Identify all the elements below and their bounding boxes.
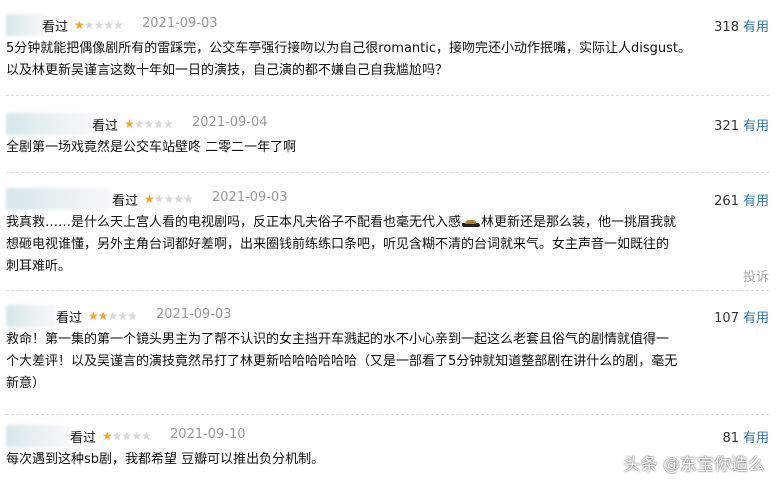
review-line-part: 林更新还是那么装，他一挑眉我就 — [481, 215, 677, 230]
useful-button[interactable]: 有用 — [743, 311, 769, 326]
rating-stars: ★★★★★ — [144, 192, 194, 206]
review-text: 我真救……是什么天上宫人看的电视剧吗，反正本凡夫俗子不配看也毫无代入感 林更新还是… — [6, 210, 769, 278]
review-header: 看过 ★★★★★ 2021-09-03 318 有用 — [6, 14, 769, 36]
vote-count: 321 — [714, 119, 739, 134]
review-header: 看过 ★★★★★ 2021-09-03 261 有用 — [6, 188, 769, 210]
review-date: 2021-09-04 — [192, 115, 268, 130]
watermark: 头条 @东宝你造么 — [623, 455, 765, 475]
divider — [6, 290, 769, 291]
useful-button[interactable]: 有用 — [743, 194, 769, 209]
review-header: 看过 ★★★★★ 2021-09-10 81 有用 — [6, 425, 769, 447]
review-line: 我真救……是什么天上宫人看的电视剧吗，反正本凡夫俗子不配看也毫无代入感 林更新还是… — [6, 212, 769, 234]
review-line: 个大差评！以及吴谨言的演技竟然吊打了林更新哈哈哈哈哈哈（又是一部看了5分钟就知道… — [6, 354, 678, 369]
vote-count: 318 — [714, 20, 739, 35]
vote-area: 81 有用 — [722, 427, 769, 446]
watch-status: 看过 — [70, 431, 97, 446]
avatar-username-blurred[interactable] — [6, 14, 46, 36]
rating-stars: ★★★★★ — [124, 117, 174, 131]
high-heel-shoe-icon — [462, 218, 481, 228]
watch-status: 看过 — [42, 20, 69, 35]
review-line: 5分钟就能把偶像剧所有的雷踩完，公交车亭强行接吻以为自己很romantic，接吻… — [6, 41, 692, 56]
vote-area: 107 有用 — [714, 307, 769, 326]
vote-count: 107 — [714, 311, 739, 326]
review-line: 救命！第一集的第一个镜头男主为了帮不认识的女主挡开车溅起的水不小心亲到一起这么老… — [6, 332, 670, 347]
review-text: 全剧第一场戏竟然是公交车站壁咚 二零二一年了啊 — [6, 135, 769, 159]
review-header: 看过 ★★★★★ 2021-09-03 107 有用 — [6, 305, 769, 327]
review-line: 以及林更新吴谨言这数十年如一日的演技，自己演的都不嫌自己自我尴尬吗？ — [6, 63, 449, 78]
rating-stars: ★★★★★ — [88, 309, 138, 323]
divider — [6, 414, 769, 415]
review-text: 5分钟就能把偶像剧所有的雷踩完，公交车亭强行接吻以为自己很romantic，接吻… — [6, 36, 769, 82]
watch-status: 看过 — [92, 119, 119, 134]
vote-area: 261 有用 — [714, 190, 769, 209]
review-line: 想砸电视谁懂，另外主角台词都好差啊，出来圈钱前练练口条吧，听见含糊不清的台词就来… — [6, 237, 670, 252]
review-date: 2021-09-03 — [142, 16, 218, 31]
avatar-username-blurred[interactable] — [6, 113, 92, 135]
divider — [6, 95, 769, 96]
review-line: 新意） — [6, 376, 46, 391]
rating-stars: ★★★★★ — [102, 429, 152, 443]
vote-area: 318 有用 — [714, 16, 769, 35]
review-4: 看过 ★★★★★ 2021-09-03 107 有用 救命！第一集的第一个镜头男主… — [6, 305, 769, 395]
review-line-part: 我真救……是什么天上宫人看的电视剧吗，反正本凡夫俗子不配看也毫无代入感 — [6, 215, 462, 230]
avatar-username-blurred[interactable] — [6, 425, 70, 447]
avatar-username-blurred[interactable] — [6, 305, 56, 327]
divider — [6, 172, 769, 173]
watch-status: 看过 — [56, 311, 83, 326]
review-date: 2021-09-10 — [170, 427, 246, 442]
review-3: 看过 ★★★★★ 2021-09-03 261 有用 我真救……是什么天上宫人看的… — [6, 188, 769, 278]
avatar-username-blurred[interactable] — [6, 188, 112, 210]
review-date: 2021-09-03 — [212, 190, 288, 205]
review-line: 全剧第一场戏竟然是公交车站壁咚 二零二一年了啊 — [6, 140, 297, 155]
review-text: 救命！第一集的第一个镜头男主为了帮不认识的女主挡开车溅起的水不小心亲到一起这么老… — [6, 327, 769, 395]
useful-button[interactable]: 有用 — [743, 431, 769, 446]
useful-button[interactable]: 有用 — [743, 119, 769, 134]
review-1: 看过 ★★★★★ 2021-09-03 318 有用 5分钟就能把偶像剧所有的雷踩… — [6, 14, 769, 82]
review-date: 2021-09-03 — [156, 307, 232, 322]
vote-count: 81 — [722, 431, 739, 446]
review-line: 刺耳难听。 — [6, 259, 72, 274]
review-2: 看过 ★★★★★ 2021-09-04 321 有用 全剧第一场戏竟然是公交车站壁… — [6, 113, 769, 159]
vote-area: 321 有用 — [714, 115, 769, 134]
useful-button[interactable]: 有用 — [743, 20, 769, 35]
vote-count: 261 — [714, 194, 739, 209]
rating-stars: ★★★★★ — [74, 18, 124, 32]
watch-status: 看过 — [112, 194, 139, 209]
review-header: 看过 ★★★★★ 2021-09-04 321 有用 — [6, 113, 769, 135]
report-link[interactable]: 投诉 — [743, 266, 769, 285]
